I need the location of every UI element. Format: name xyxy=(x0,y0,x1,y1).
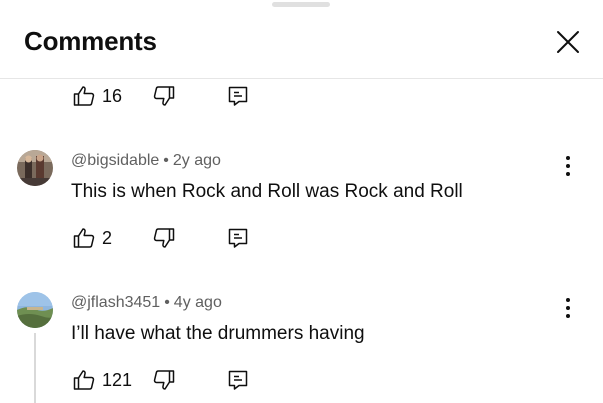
dislike-button[interactable] xyxy=(152,368,176,392)
avatar[interactable] xyxy=(17,150,53,186)
dislike-button[interactable] xyxy=(152,84,176,108)
comments-sheet: Comments 16 @bigsidable • 2y ago This is… xyxy=(0,0,603,403)
comment-meta: @jflash3451 • 4y ago xyxy=(71,294,222,312)
like-count: 16 xyxy=(102,85,123,106)
comment-author[interactable]: @jflash3451 xyxy=(71,294,160,311)
more-options-button[interactable] xyxy=(556,294,580,322)
page-title: Comments xyxy=(24,26,157,56)
like-count: 121 xyxy=(102,369,133,390)
reply-icon xyxy=(228,370,248,390)
dislike-button[interactable] xyxy=(152,226,176,250)
comment-time: 4y ago xyxy=(173,294,222,311)
thumbs-down-icon xyxy=(153,370,175,390)
comment-actions: 16 xyxy=(72,84,312,112)
like-button[interactable]: 121 xyxy=(72,368,132,392)
meta-separator: • xyxy=(163,152,169,169)
reply-icon xyxy=(228,86,248,106)
like-button[interactable]: 16 xyxy=(72,84,122,108)
thumbs-up-icon xyxy=(73,86,95,106)
comment-meta: @bigsidable • 2y ago xyxy=(71,152,221,170)
like-button[interactable]: 2 xyxy=(72,226,112,250)
reply-button[interactable] xyxy=(226,368,250,392)
comment-text: This is when Rock and Roll was Rock and … xyxy=(71,181,463,202)
like-count: 2 xyxy=(102,227,113,248)
reply-button[interactable] xyxy=(226,84,250,108)
more-options-button[interactable] xyxy=(556,152,580,180)
comments-header: Comments xyxy=(0,0,603,79)
more-vert-icon xyxy=(566,298,570,318)
reply-thread-line xyxy=(34,333,36,403)
thumbs-up-icon xyxy=(73,370,95,390)
thumbs-down-icon xyxy=(153,86,175,106)
comment-author[interactable]: @bigsidable xyxy=(71,152,159,169)
comment-actions: 2 xyxy=(72,226,312,254)
reply-button[interactable] xyxy=(226,226,250,250)
avatar[interactable] xyxy=(17,292,53,328)
close-icon xyxy=(557,31,579,53)
comment-actions: 121 xyxy=(72,368,312,396)
reply-icon xyxy=(228,228,248,248)
thumbs-up-icon xyxy=(73,228,95,248)
more-vert-icon xyxy=(566,156,570,176)
thumbs-down-icon xyxy=(153,228,175,248)
comment-time: 2y ago xyxy=(172,152,221,169)
close-button[interactable] xyxy=(552,26,584,58)
meta-separator: • xyxy=(164,294,170,311)
comment-text: I’ll have what the drummers having xyxy=(71,323,365,344)
